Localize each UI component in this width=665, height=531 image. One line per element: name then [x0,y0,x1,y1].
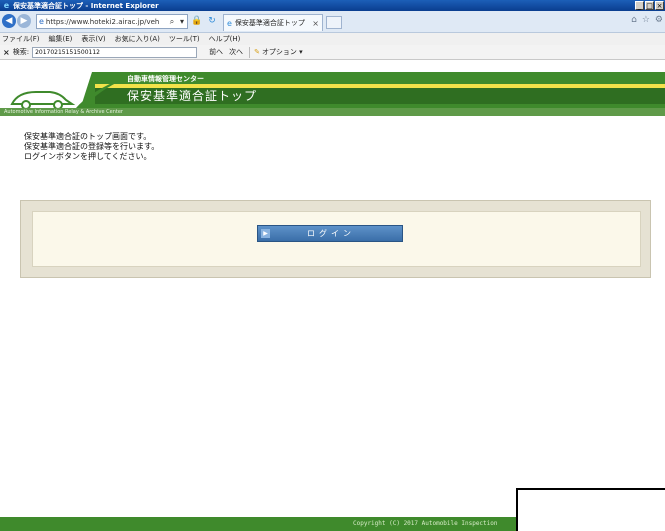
tab-close-icon[interactable]: × [312,19,319,28]
header-organization: 自動車情報管理センター [127,75,204,83]
login-button-label: ログイン [307,229,355,238]
menu-bar: ファイル(F) 編集(E) 表示(V) お気に入り(A) ツール(T) ヘルプ(… [0,33,665,45]
find-prev-button[interactable]: 前へ [209,47,223,57]
arrow-right-icon: ▶ [261,229,270,238]
site-header: 自動車情報管理センター 保安基準適合証トップ Automotive Inform… [0,60,665,118]
login-button[interactable]: ▶ ログイン [257,225,403,242]
forward-button[interactable]: ▶ [17,14,31,28]
intro-line: ログインボタンを押してください。 [24,152,152,161]
intro-line: 保安基準適合証の登録等を行います。 [24,142,160,151]
home-icon[interactable]: ⌂ [631,15,637,25]
page-title: 保安基準適合証トップ [127,89,258,103]
lock-icon[interactable]: 🔒 [190,14,204,29]
find-options-label: オプション ▾ [261,48,303,56]
page-icon: e [39,17,44,26]
intro-line: 保安基準適合証のトップ画面です。 [24,132,152,141]
menu-favorites[interactable]: お気に入り(A) [115,34,160,44]
menu-tools[interactable]: ツール(T) [169,34,200,44]
find-options-button[interactable]: ✎ オプション ▾ [254,47,303,57]
address-url[interactable]: https://www.hoteki2.airac.jp/veh [46,18,167,26]
toolbar-divider [249,46,251,58]
browser-right-tools: ⌂ ☆ ⚙ [631,15,663,25]
close-window-button[interactable]: × [655,1,664,10]
login-panel-inner: ▶ ログイン [32,211,641,267]
find-input[interactable]: 20170215151500112 [32,46,198,58]
refresh-icon[interactable]: ↻ [205,14,219,29]
gear-icon[interactable]: ⚙ [655,15,663,25]
tab-active[interactable]: e 保安基準適合証トップ × [223,14,323,31]
dropdown-icon[interactable]: ▾ [177,17,187,26]
back-button[interactable]: ◀ [2,14,16,28]
copyright-text: Copyright (C) 2017 Automobile Inspection [353,520,498,527]
login-panel: ▶ ログイン [20,200,651,278]
ie-logo-icon: e [3,1,10,10]
search-icon[interactable]: ⌕ [167,17,177,27]
menu-edit[interactable]: 編集(E) [49,34,73,44]
window-controls: _ □ × [635,1,664,10]
pencil-icon: ✎ [254,48,260,56]
menu-view[interactable]: 表示(V) [81,34,105,44]
new-tab-button[interactable] [326,16,342,29]
intro-text: 保安基準適合証のトップ画面です。 保安基準適合証の登録等を行います。 ログインボ… [24,132,159,162]
find-next-button[interactable]: 次へ [229,47,243,57]
header-subtitle: Automotive Information Relay & Archive C… [0,108,665,116]
find-close-icon[interactable]: × [3,48,10,57]
window-title-bar: e 保安基準適合証トップ - Internet Explorer _ □ × [0,0,665,11]
overlay-box [516,488,665,531]
find-toolbar: × 検索: 20170215151500112 前へ 次へ ✎ オプション ▾ [0,45,665,60]
car-logo-icon [10,82,118,110]
address-bar[interactable]: e https://www.hoteki2.airac.jp/veh ⌕ ▾ [36,14,188,29]
favorites-star-icon[interactable]: ☆ [642,15,650,25]
navigation-bar: ◀ ▶ e https://www.hoteki2.airac.jp/veh ⌕… [0,11,665,33]
menu-help[interactable]: ヘルプ(H) [209,34,241,44]
tab-title: 保安基準適合証トップ [234,19,305,27]
minimize-button[interactable]: _ [635,1,644,10]
tab-page-icon: e [227,18,232,28]
window-title: 保安基準適合証トップ - Internet Explorer [13,1,159,10]
menu-file[interactable]: ファイル(F) [2,34,40,44]
find-label: 検索: [12,48,30,56]
maximize-button[interactable]: □ [645,1,654,10]
